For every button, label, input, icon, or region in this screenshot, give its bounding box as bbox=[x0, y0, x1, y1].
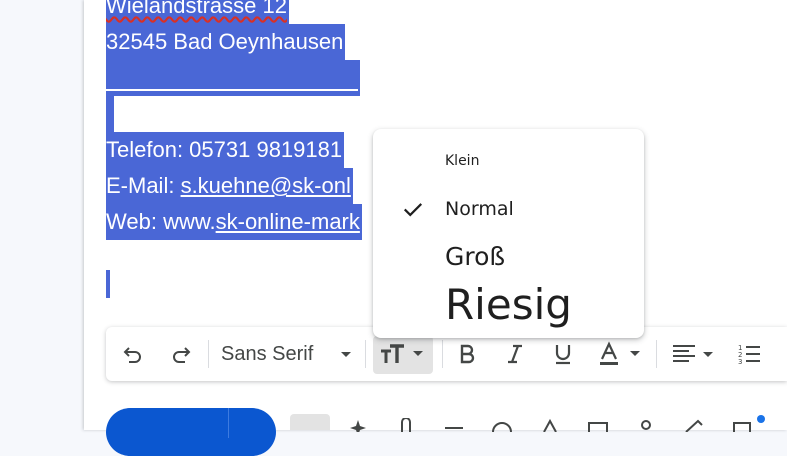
toolbar-separator bbox=[656, 340, 657, 368]
formatting-options-button[interactable] bbox=[290, 414, 330, 430]
redo-icon bbox=[173, 347, 191, 363]
numbered-list-icon: 1 2 3 bbox=[738, 344, 760, 366]
signature-web-link[interactable]: sk-online-mark bbox=[216, 209, 360, 234]
align-icon bbox=[673, 345, 713, 362]
send-button[interactable] bbox=[106, 408, 276, 456]
align-button[interactable] bbox=[668, 327, 720, 381]
signature-web-prefix: Web: www. bbox=[106, 209, 216, 234]
text-color-icon bbox=[600, 341, 640, 365]
text-size-icon bbox=[381, 344, 423, 363]
numbered-list-button[interactable]: 1 2 3 bbox=[734, 327, 764, 381]
italic-icon bbox=[508, 344, 522, 364]
undo-icon bbox=[123, 347, 141, 363]
underline-icon bbox=[555, 345, 571, 365]
bold-icon bbox=[460, 344, 475, 364]
send-options-divider bbox=[228, 408, 229, 438]
toolbar-separator bbox=[365, 340, 366, 368]
size-option-small[interactable]: Klein bbox=[445, 153, 479, 169]
signature-city: 32545 Bad Oeynhausen bbox=[106, 24, 346, 60]
font-family-select[interactable]: Sans Serif bbox=[218, 327, 358, 381]
size-option-huge[interactable]: Riesig bbox=[445, 279, 572, 331]
font-size-menu: Klein Normal Groß Riesig bbox=[373, 129, 644, 338]
text-cursor bbox=[106, 270, 110, 298]
notification-dot bbox=[757, 415, 765, 423]
signature-blank-underlined-line bbox=[106, 60, 360, 96]
size-option-normal[interactable]: Normal bbox=[445, 198, 514, 220]
check-icon bbox=[403, 203, 423, 217]
signature-phone: Telefon: 05731 9819181 bbox=[106, 132, 345, 168]
signature-email-prefix: E-Mail: bbox=[106, 173, 181, 198]
signature-email: E-Mail: s.kuehne@sk-onl bbox=[106, 168, 353, 204]
svg-text:3: 3 bbox=[738, 358, 742, 366]
font-family-label: Sans Serif bbox=[221, 342, 314, 365]
toolbar-separator bbox=[208, 340, 209, 368]
undo-button[interactable] bbox=[118, 327, 148, 381]
toolbar-separator bbox=[442, 340, 443, 368]
signature-street: Wielandstrasse 12 bbox=[106, 0, 289, 24]
signature-street-text: Wielandstrasse 12 bbox=[106, 0, 287, 18]
size-option-large[interactable]: Groß bbox=[445, 242, 505, 271]
signature-web: Web: www.sk-online-mark bbox=[106, 204, 362, 240]
signature-email-link[interactable]: s.kuehne@sk-onl bbox=[181, 173, 351, 198]
signature-empty-line bbox=[106, 96, 114, 132]
chevron-down-icon bbox=[341, 352, 351, 357]
redo-button[interactable] bbox=[166, 327, 196, 381]
